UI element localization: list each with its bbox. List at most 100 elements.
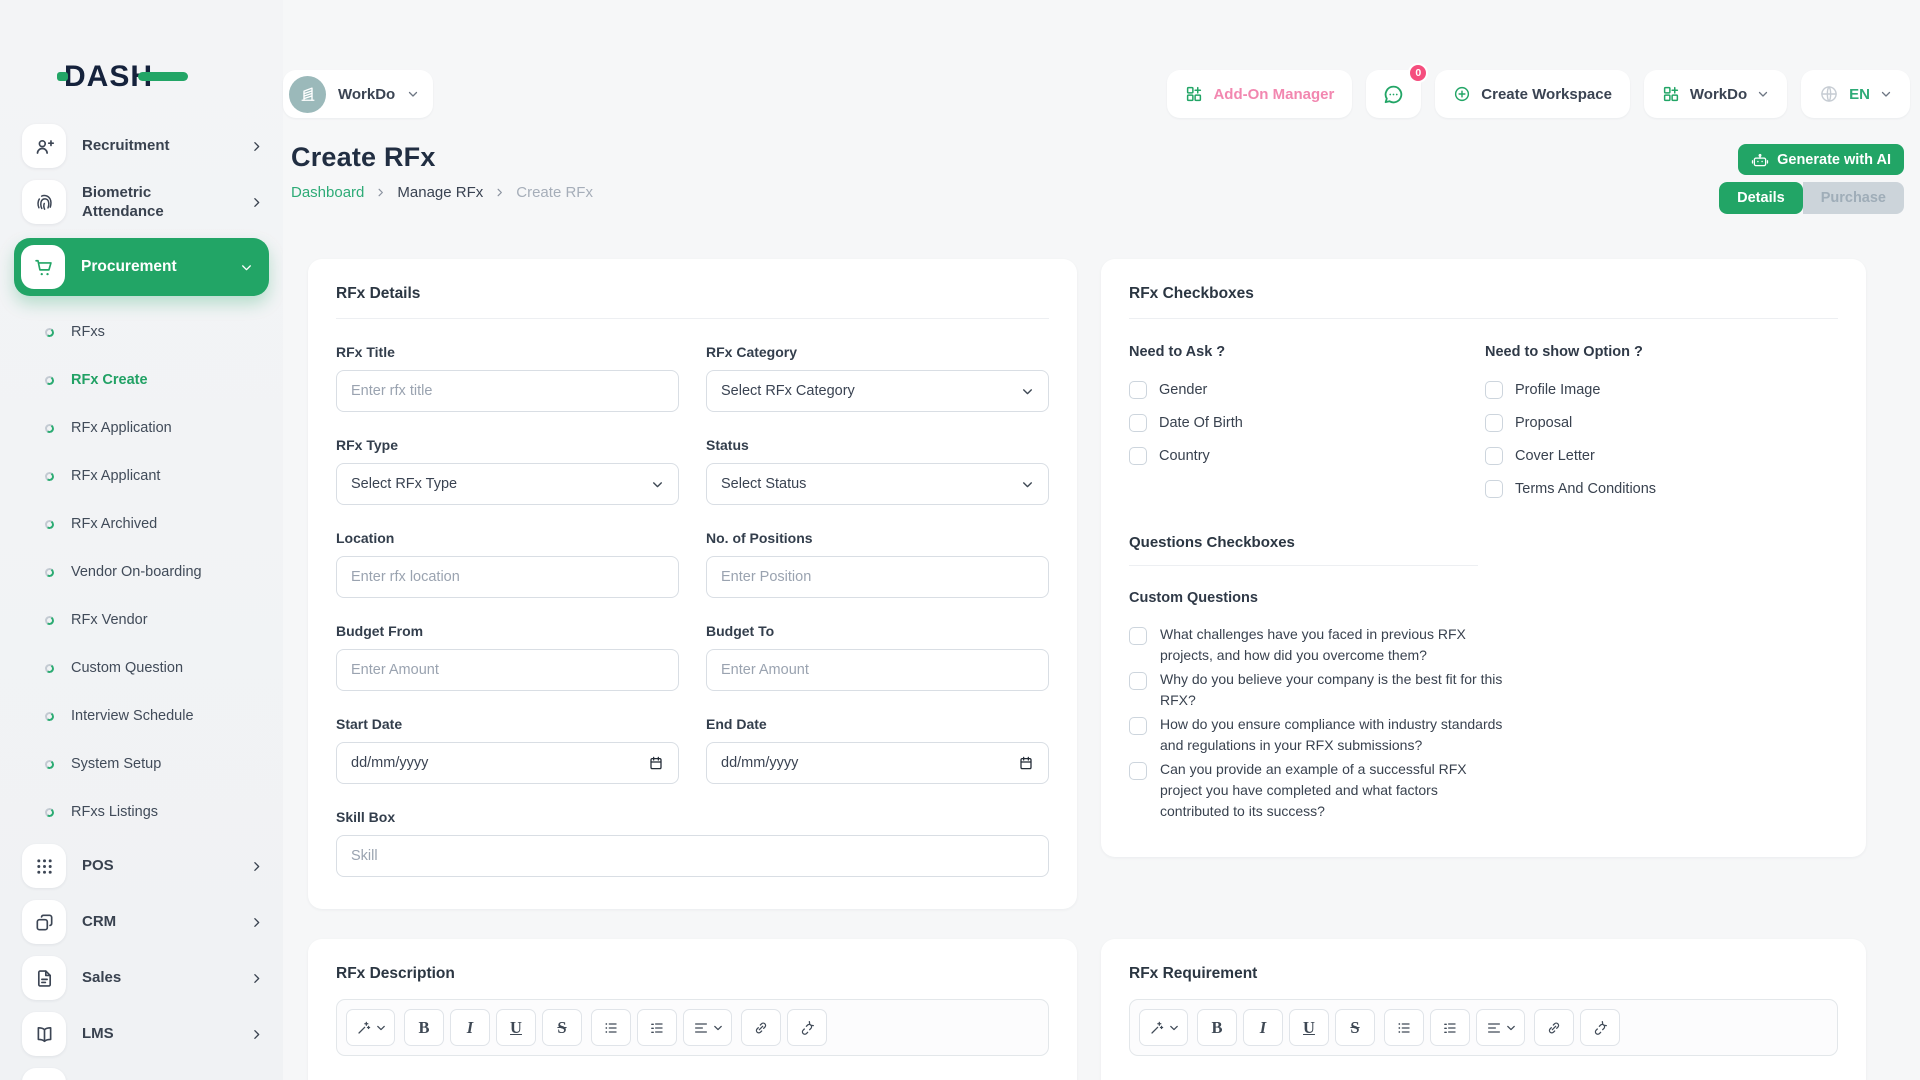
italic-button[interactable]: I: [450, 1009, 490, 1046]
budget-from-input[interactable]: [336, 649, 679, 691]
strikethrough-button[interactable]: S: [1335, 1009, 1375, 1046]
ordered-list-button[interactable]: [1430, 1009, 1470, 1046]
unlink-button[interactable]: [1580, 1009, 1620, 1046]
checkbox-custom-question-4[interactable]: Can you provide an example of a successf…: [1129, 759, 1838, 822]
sidebar-item-pos[interactable]: POS: [0, 838, 283, 894]
document-icon: [22, 956, 66, 1000]
checkbox-icon[interactable]: [1485, 414, 1503, 432]
checkbox-custom-question-2[interactable]: Why do you believe your company is the b…: [1129, 669, 1838, 711]
need-to-ask-column: Need to Ask ? Gender Date Of Birth Count…: [1129, 344, 1485, 510]
sidebar-item-rfxs[interactable]: RFxs: [0, 308, 283, 356]
bullet-icon: [44, 327, 54, 337]
workspace-switcher[interactable]: WorkDo: [283, 70, 433, 118]
italic-button[interactable]: I: [1243, 1009, 1283, 1046]
unlink-button[interactable]: [787, 1009, 827, 1046]
chevron-down-icon: [240, 261, 253, 274]
addon-manager-button[interactable]: Add-On Manager: [1167, 70, 1352, 118]
sidebar-item-rfx-applicant[interactable]: RFx Applicant: [0, 452, 283, 500]
start-date-input[interactable]: dd/mm/yyyy: [336, 742, 679, 784]
sidebar-item-label: RFx Vendor: [71, 612, 148, 628]
sidebar-item-crm[interactable]: CRM: [0, 894, 283, 950]
sidebar-item-system-setup[interactable]: System Setup: [0, 740, 283, 788]
breadcrumb-manage-rfx[interactable]: Manage RFx: [397, 184, 483, 201]
checkbox-icon[interactable]: [1129, 447, 1147, 465]
tab-purchase[interactable]: Purchase: [1803, 182, 1904, 214]
checkbox-icon[interactable]: [1129, 717, 1147, 735]
topbar: WorkDo Add-On Manager 0: [283, 0, 1920, 118]
language-selector[interactable]: EN: [1801, 70, 1910, 118]
workdo-menu-button[interactable]: WorkDo: [1644, 70, 1787, 118]
workspace-name: WorkDo: [338, 86, 395, 103]
messages-button[interactable]: 0: [1366, 70, 1421, 118]
sidebar-item-lms[interactable]: LMS: [0, 1006, 283, 1062]
align-button[interactable]: [683, 1009, 732, 1046]
checkbox-country[interactable]: Country: [1129, 444, 1485, 468]
checkbox-profile-image[interactable]: Profile Image: [1485, 378, 1656, 402]
ai-magic-button[interactable]: [1139, 1009, 1188, 1046]
budget-to-input[interactable]: [706, 649, 1049, 691]
sidebar-item-procurement[interactable]: Procurement: [14, 238, 269, 296]
checkbox-icon[interactable]: [1129, 414, 1147, 432]
ordered-list-button[interactable]: [637, 1009, 677, 1046]
page-title: Create RFx: [291, 142, 593, 173]
checkbox-custom-question-1[interactable]: What challenges have you faced in previo…: [1129, 624, 1838, 666]
ai-magic-button[interactable]: [346, 1009, 395, 1046]
sidebar-item-rfx-archived[interactable]: RFx Archived: [0, 500, 283, 548]
end-date-input[interactable]: dd/mm/yyyy: [706, 742, 1049, 784]
sidebar-item-rfx-vendor[interactable]: RFx Vendor: [0, 596, 283, 644]
tab-details[interactable]: Details: [1719, 182, 1803, 214]
location-input[interactable]: [336, 556, 679, 598]
sidebar-item-rfx-create[interactable]: RFx Create: [0, 356, 283, 404]
checkbox-label: Gender: [1159, 382, 1207, 398]
checkbox-label: Terms And Conditions: [1515, 481, 1656, 497]
procurement-submenu: RFxs RFx Create RFx Application RFx Appl…: [0, 304, 283, 838]
grid-plus-icon: [1185, 85, 1203, 103]
checkbox-terms-and-conditions[interactable]: Terms And Conditions: [1485, 477, 1656, 501]
checkbox-icon[interactable]: [1129, 762, 1147, 780]
checkbox-proposal[interactable]: Proposal: [1485, 411, 1656, 435]
positions-input[interactable]: [706, 556, 1049, 598]
sidebar-item-recruitment[interactable]: Recruitment: [0, 118, 283, 174]
rfx-title-input[interactable]: [336, 370, 679, 412]
need-to-show-column: Need to show Option ? Profile Image Prop…: [1485, 344, 1656, 510]
sidebar-item-rfxs-listings[interactable]: RFxs Listings: [0, 788, 283, 836]
status-select[interactable]: Select Status: [706, 463, 1049, 505]
sidebar-item-custom-question[interactable]: Custom Question: [0, 644, 283, 692]
sidebar-item-biometric-attendance[interactable]: Biometric Attendance: [0, 174, 283, 230]
align-button[interactable]: [1476, 1009, 1525, 1046]
link-button[interactable]: [1534, 1009, 1574, 1046]
link-button[interactable]: [741, 1009, 781, 1046]
checkbox-icon[interactable]: [1485, 480, 1503, 498]
underline-button[interactable]: U: [496, 1009, 536, 1046]
rfx-type-select[interactable]: Select RFx Type: [336, 463, 679, 505]
sidebar-item-more[interactable]: [0, 1062, 283, 1080]
unordered-list-button[interactable]: [591, 1009, 631, 1046]
sidebar-item-sales[interactable]: Sales: [0, 950, 283, 1006]
checkbox-date-of-birth[interactable]: Date Of Birth: [1129, 411, 1485, 435]
checkbox-custom-question-3[interactable]: How do you ensure compliance with indust…: [1129, 714, 1838, 756]
checkbox-icon[interactable]: [1129, 627, 1147, 645]
details-purchase-tabs: Details Purchase: [1719, 182, 1904, 214]
bold-button[interactable]: B: [404, 1009, 444, 1046]
checkbox-icon[interactable]: [1485, 447, 1503, 465]
checkbox-icon[interactable]: [1485, 381, 1503, 399]
unordered-list-button[interactable]: [1384, 1009, 1424, 1046]
create-workspace-button[interactable]: Create Workspace: [1435, 70, 1630, 118]
strikethrough-button[interactable]: S: [542, 1009, 582, 1046]
brand-logo[interactable]: DASH: [0, 0, 283, 100]
sidebar-item-rfx-application[interactable]: RFx Application: [0, 404, 283, 452]
divider: [336, 318, 1049, 319]
skill-input[interactable]: [336, 835, 1049, 877]
skill-label: Skill Box: [336, 809, 1049, 825]
checkbox-icon[interactable]: [1129, 381, 1147, 399]
checkbox-gender[interactable]: Gender: [1129, 378, 1485, 402]
checkbox-cover-letter[interactable]: Cover Letter: [1485, 444, 1656, 468]
sidebar-item-interview-schedule[interactable]: Interview Schedule: [0, 692, 283, 740]
rfx-category-select[interactable]: Select RFx Category: [706, 370, 1049, 412]
generate-with-ai-button[interactable]: Generate with AI: [1738, 144, 1904, 175]
bold-button[interactable]: B: [1197, 1009, 1237, 1046]
breadcrumb-dashboard[interactable]: Dashboard: [291, 184, 364, 201]
sidebar-item-vendor-onboarding[interactable]: Vendor On-boarding: [0, 548, 283, 596]
checkbox-icon[interactable]: [1129, 672, 1147, 690]
underline-button[interactable]: U: [1289, 1009, 1329, 1046]
